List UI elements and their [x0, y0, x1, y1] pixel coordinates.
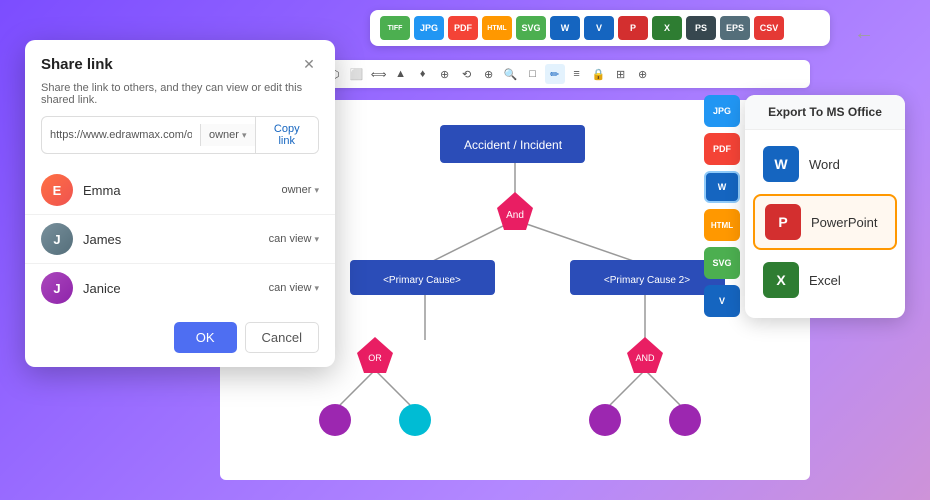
tool-line[interactable]: ⟺ — [369, 64, 389, 84]
svg-text:AND: AND — [635, 353, 655, 363]
tool-align[interactable]: ≡ — [567, 64, 587, 84]
role-chevron-janice: ▾ — [314, 283, 319, 294]
tool-triangle[interactable]: ▲ — [391, 64, 411, 84]
dialog-header: Share link ✕ — [25, 40, 335, 82]
role-chevron-james: ▾ — [314, 234, 319, 245]
format-tiff[interactable]: TIFF — [380, 16, 410, 40]
collaborator-janice: J Janice can view ▾ — [25, 266, 335, 310]
side-icon-pdf[interactable]: PDF — [704, 133, 740, 165]
word-label: Word — [809, 157, 840, 172]
tool-lock[interactable]: 🔒 — [589, 64, 609, 84]
format-xlsx[interactable]: X — [652, 16, 682, 40]
collaborator-emma: E Emma owner ▾ — [25, 168, 335, 212]
excel-label: Excel — [809, 273, 841, 288]
collab-role-james[interactable]: can view ▾ — [269, 233, 319, 245]
svg-text:<Primary Cause 2>: <Primary Cause 2> — [604, 275, 690, 286]
role-chevron-emma: ▾ — [314, 185, 319, 196]
side-icon-svg[interactable]: SVG — [704, 247, 740, 279]
word-icon: W — [763, 146, 799, 182]
format-word[interactable]: W — [550, 16, 580, 40]
format-csv[interactable]: CSV — [754, 16, 784, 40]
ok-button[interactable]: OK — [174, 322, 237, 353]
avatar-james: J — [41, 223, 73, 255]
tool-rect[interactable]: ⬜ — [347, 64, 367, 84]
collab-name-emma: Emma — [83, 183, 272, 198]
collab-role-label-james: can view — [269, 233, 312, 245]
format-pdf[interactable]: PDF — [448, 16, 478, 40]
avatar-emma: E — [41, 174, 73, 206]
export-panel: Export To MS Office W Word P PowerPoint … — [745, 95, 905, 318]
copy-link-button[interactable]: Copy link — [255, 117, 319, 153]
export-item-word[interactable]: W Word — [753, 138, 897, 190]
tool-select[interactable]: □ — [523, 64, 543, 84]
link-role-label: owner — [209, 129, 239, 141]
tool-connect[interactable]: ⊕ — [479, 64, 499, 84]
collab-role-label-emma: owner — [282, 184, 312, 196]
dialog-description: Share the link to others, and they can v… — [25, 82, 335, 116]
export-item-powerpoint[interactable]: P PowerPoint — [753, 194, 897, 250]
side-icon-word[interactable]: W — [704, 171, 740, 203]
export-panel-title: Export To MS Office — [745, 95, 905, 130]
tool-pen[interactable]: ✏ — [545, 64, 565, 84]
collab-name-janice: Janice — [83, 281, 259, 296]
format-eps[interactable]: EPS — [720, 16, 750, 40]
share-dialog: Share link ✕ Share the link to others, a… — [25, 40, 335, 367]
close-button[interactable]: ✕ — [299, 54, 319, 74]
tool-rotate[interactable]: ⟲ — [457, 64, 477, 84]
collab-name-james: James — [83, 232, 259, 247]
tool-grid[interactable]: ⊞ — [611, 64, 631, 84]
arrow-indicator: ← — [854, 22, 874, 45]
tool-fill[interactable]: ♦ — [413, 64, 433, 84]
side-icons-panel: JPG PDF W HTML SVG V — [704, 95, 740, 317]
collaborator-james: J James can view ▾ — [25, 217, 335, 261]
svg-text:And: And — [506, 210, 524, 221]
tool-zoom[interactable]: 🔍 — [501, 64, 521, 84]
format-svg[interactable]: SVG — [516, 16, 546, 40]
format-html[interactable]: HTML — [482, 16, 512, 40]
tool-more[interactable]: ⊕ — [633, 64, 653, 84]
side-icon-html[interactable]: HTML — [704, 209, 740, 241]
ppt-label: PowerPoint — [811, 215, 877, 230]
svg-text:Accident / Incident: Accident / Incident — [464, 138, 563, 152]
link-input[interactable] — [42, 122, 200, 148]
collab-role-janice[interactable]: can view ▾ — [269, 282, 319, 294]
format-visio[interactable]: V — [584, 16, 614, 40]
tool-plus[interactable]: ⊕ — [435, 64, 455, 84]
collab-role-emma[interactable]: owner ▾ — [282, 184, 320, 196]
dialog-actions: OK Cancel — [25, 310, 335, 367]
side-icon-visio[interactable]: V — [704, 285, 740, 317]
svg-text:<Primary Cause>: <Primary Cause> — [383, 275, 461, 286]
svg-text:OR: OR — [368, 353, 382, 363]
format-jpg[interactable]: JPG — [414, 16, 444, 40]
ppt-icon: P — [765, 204, 801, 240]
role-chevron-icon: ▾ — [242, 130, 247, 141]
side-icon-jpg[interactable]: JPG — [704, 95, 740, 127]
collab-role-label-janice: can view — [269, 282, 312, 294]
format-ps[interactable]: PS — [686, 16, 716, 40]
excel-icon: X — [763, 262, 799, 298]
link-row: owner ▾ Copy link — [41, 116, 319, 154]
export-items-list: W Word P PowerPoint X Excel — [745, 130, 905, 318]
avatar-janice: J — [41, 272, 73, 304]
link-role-selector[interactable]: owner ▾ — [200, 124, 255, 146]
format-toolbar: TIFF JPG PDF HTML SVG W V P X PS EPS CSV — [370, 10, 830, 46]
cancel-button[interactable]: Cancel — [245, 322, 319, 353]
dialog-title: Share link — [41, 56, 113, 73]
format-ppt[interactable]: P — [618, 16, 648, 40]
export-item-excel[interactable]: X Excel — [753, 254, 897, 306]
